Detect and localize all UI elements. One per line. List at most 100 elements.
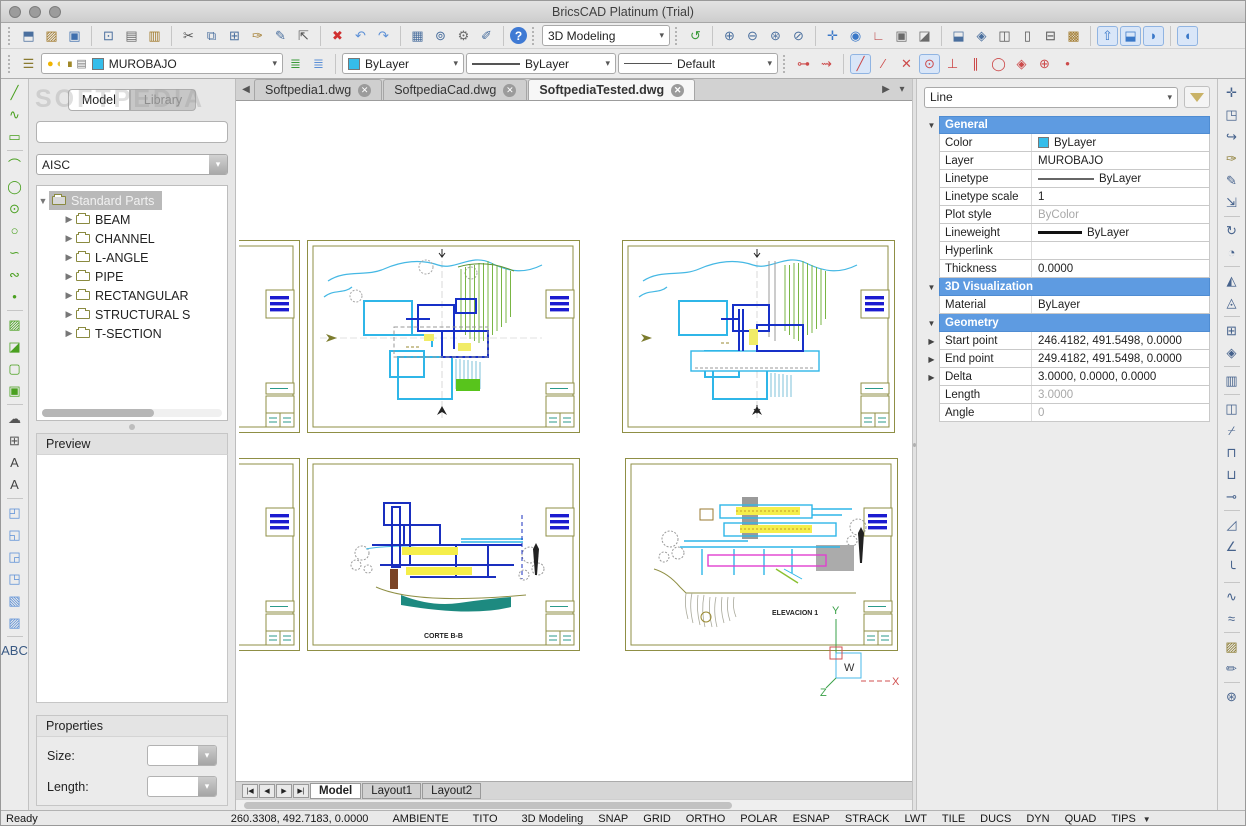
status-toggle-tile[interactable]: TILE	[942, 813, 965, 825]
property-row[interactable]: Plot styleByColor	[924, 206, 1210, 224]
layer-select[interactable]: ●◐∎▤ MUROBAJO ▾	[41, 53, 283, 74]
snap-nearest-icon[interactable]: ╱	[850, 54, 871, 74]
property-row[interactable]: Angle0	[924, 404, 1210, 422]
document-tab[interactable]: Softpedia1.dwg✕	[254, 79, 382, 100]
collapse-section-icon[interactable]: ▼	[924, 116, 939, 134]
array-3d-icon[interactable]: ◈	[1221, 342, 1243, 363]
tree-item[interactable]: ▶L-ANGLE	[37, 248, 227, 267]
ellipse-tool-icon[interactable]: ○	[4, 220, 26, 241]
zoom-out-icon[interactable]: ⊖	[742, 26, 763, 46]
model-canvas[interactable]: CORTE B-B	[236, 101, 912, 781]
entity-select[interactable]: Line ▾	[924, 87, 1178, 108]
union-tool-icon[interactable]: ◰	[4, 502, 26, 523]
property-value[interactable]: 0	[1032, 407, 1209, 419]
property-row[interactable]: Hyperlink	[924, 242, 1210, 260]
layout-tab-layout1[interactable]: Layout1	[362, 783, 421, 799]
scrollbar-thumb[interactable]	[244, 802, 732, 809]
render-icon[interactable]: ◪	[914, 26, 935, 46]
table-tool-icon[interactable]: ⊞	[4, 430, 26, 451]
mirror-icon[interactable]: ◭	[1221, 270, 1243, 291]
close-tab-icon[interactable]: ✕	[503, 84, 516, 97]
property-row[interactable]: LinetypeByLayer	[924, 170, 1210, 188]
status-field[interactable]: AMBIENTE	[392, 813, 448, 825]
tree-expand-icon[interactable]: ▼	[37, 196, 49, 206]
close-tab-icon[interactable]: ✕	[358, 84, 371, 97]
tree-expand-icon[interactable]: ▶	[63, 309, 75, 320]
snap-insertion-icon[interactable]: ⊕	[1034, 54, 1055, 74]
rectangle-tool-icon[interactable]: ▭	[4, 126, 26, 147]
tree-expand-icon[interactable]: ▶	[63, 233, 75, 244]
join-icon[interactable]: ⊓	[1221, 442, 1243, 463]
property-value[interactable]: ByLayer	[1032, 137, 1209, 149]
status-toggle-tips[interactable]: TIPS	[1111, 813, 1135, 825]
property-value[interactable]: MUROBAJO	[1032, 155, 1209, 167]
tab-scroll-left-icon[interactable]: ◀	[238, 84, 254, 95]
tab-menu-icon[interactable]: ▾	[894, 84, 910, 95]
tree-item[interactable]: ▶PIPE	[37, 267, 227, 286]
rotate-3d-icon[interactable]: ◔	[1221, 242, 1243, 263]
property-value[interactable]: 249.4182, 491.5498, 0.0000	[1032, 353, 1209, 365]
redo-icon[interactable]: ↷	[373, 26, 394, 46]
spline-tool-icon[interactable]: ∽	[4, 242, 26, 263]
curve-tool-icon[interactable]: ∾	[4, 264, 26, 285]
surface-icon[interactable]: ◖	[1177, 26, 1198, 46]
new-sheet-icon[interactable]: ▯	[1017, 26, 1038, 46]
camera-icon[interactable]: ▣	[891, 26, 912, 46]
snap-track-icon[interactable]: ⇝	[816, 54, 837, 74]
tips-menu-arrow-icon[interactable]: ▼	[1143, 815, 1151, 824]
line-tool-icon[interactable]: ╱	[4, 82, 26, 103]
ucs-axes-icon[interactable]: ∟	[868, 26, 889, 46]
close-tab-icon[interactable]: ✕	[671, 84, 684, 97]
tree-expand-icon[interactable]: ▶	[63, 290, 75, 301]
interfere-tool-icon[interactable]: ◳	[4, 568, 26, 589]
property-section-header[interactable]: ▼General	[924, 116, 1210, 134]
zoom-in-icon[interactable]: ⊕	[719, 26, 740, 46]
break-icon[interactable]: ⌿	[1221, 420, 1243, 441]
property-value[interactable]: 246.4182, 491.5498, 0.0000	[1032, 335, 1209, 347]
status-toggle-quad[interactable]: QUAD	[1065, 813, 1097, 825]
hatch-tool-icon[interactable]: ▨	[4, 314, 26, 335]
toolbar-drag-handle[interactable]	[8, 55, 13, 73]
help-icon[interactable]: ?	[510, 27, 527, 44]
property-row[interactable]: ▶End point249.4182, 491.5498, 0.0000	[924, 350, 1210, 368]
tree-item-root[interactable]: ▼Standard Parts	[37, 191, 227, 210]
zoom-previous-icon[interactable]: ⊘	[788, 26, 809, 46]
tree-item[interactable]: ▶STRUCTURAL S	[37, 305, 227, 324]
horizontal-scrollbar[interactable]	[236, 799, 912, 810]
scrollbar-thumb[interactable]	[42, 409, 154, 417]
filter-button[interactable]	[1184, 86, 1210, 108]
toolbar-drag-handle[interactable]	[783, 55, 788, 73]
tab-scroll-right-icon[interactable]: ▶	[878, 84, 894, 95]
blocks-icon[interactable]: ▩	[1063, 26, 1084, 46]
layout-tab-model[interactable]: Model	[310, 783, 361, 799]
arc-tool-icon[interactable]: ⌒	[4, 154, 26, 175]
document-tab[interactable]: SoftpediaTested.dwg✕	[528, 79, 695, 100]
property-row[interactable]: ColorByLayer	[924, 134, 1210, 152]
property-row[interactable]: MaterialByLayer	[924, 296, 1210, 314]
zoom-extents-icon[interactable]: ⊛	[765, 26, 786, 46]
layers-manager-icon[interactable]: ☰	[18, 54, 39, 74]
property-value[interactable]: ByLayer	[1032, 173, 1209, 185]
match-props-icon[interactable]: ✑	[1221, 148, 1243, 169]
sweep-icon[interactable]: ◗	[1143, 26, 1164, 46]
visual-styles-icon[interactable]: ◈	[971, 26, 992, 46]
print-icon[interactable]: ▤	[121, 26, 142, 46]
weld-icon[interactable]: ⊔	[1221, 464, 1243, 485]
snap-endpoint-icon[interactable]: ∕	[873, 54, 894, 74]
property-row[interactable]: Linetype scale1	[924, 188, 1210, 206]
box-icon[interactable]: ⬓	[948, 26, 969, 46]
push-pull-icon[interactable]: ⇧	[1097, 26, 1118, 46]
tree-expand-icon[interactable]: ▶	[63, 252, 75, 263]
explode-icon[interactable]: ⊛	[1221, 686, 1243, 707]
status-toggle-snap[interactable]: SNAP	[598, 813, 628, 825]
document-tab[interactable]: SoftpediaCad.dwg✕	[383, 79, 527, 100]
pan-icon[interactable]: ✛	[822, 26, 843, 46]
expand-row-icon[interactable]: ▶	[924, 350, 939, 368]
snap-parallel-icon[interactable]: ∥	[965, 54, 986, 74]
toolbar-drag-handle[interactable]	[675, 27, 680, 45]
undo-icon[interactable]: ↶	[350, 26, 371, 46]
status-toggle-dyn[interactable]: DYN	[1026, 813, 1049, 825]
edit-polyline-icon[interactable]: ∿	[1221, 586, 1243, 607]
redraw-icon[interactable]: ↺	[685, 26, 706, 46]
print-preview-icon[interactable]: ⊡	[98, 26, 119, 46]
